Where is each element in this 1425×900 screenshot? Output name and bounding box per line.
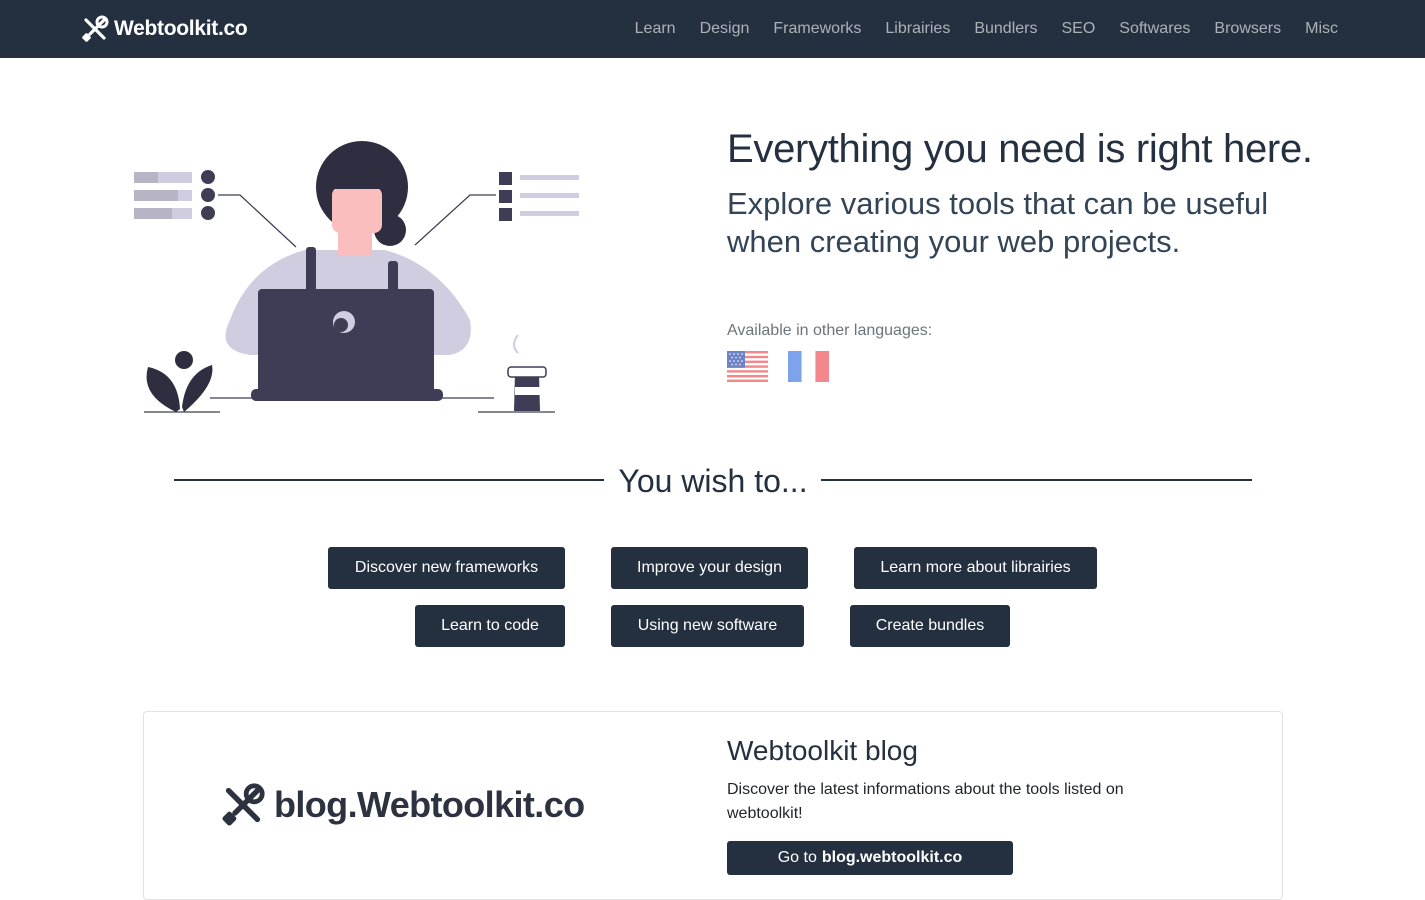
go-to-blog-link: blog.webtoolkit.co <box>821 849 963 866</box>
hero-text: Everything you need is right here. Explo… <box>727 125 1327 261</box>
improve-design-button[interactable]: Improve your design <box>611 547 808 589</box>
wish-title: You wish to... <box>618 463 808 499</box>
right-list-graphic <box>414 172 579 246</box>
discover-frameworks-button[interactable]: Discover new frameworks <box>328 547 565 589</box>
learn-to-code-button[interactable]: Learn to code <box>415 605 565 647</box>
nav-link-frameworks[interactable]: Frameworks <box>773 20 861 38</box>
languages-label: Available in other languages: <box>727 322 933 339</box>
nav-link-seo[interactable]: SEO <box>1061 20 1095 38</box>
hero-title: Everything you need is right here. <box>727 127 1313 171</box>
blog-logo[interactable]: blog.Webtoolkit.co <box>218 780 585 830</box>
nav-link-softwares[interactable]: Softwares <box>1119 20 1190 38</box>
blog-title: Webtoolkit blog <box>727 735 918 766</box>
left-list-graphic <box>134 170 297 248</box>
using-new-software-button[interactable]: Using new software <box>611 605 804 647</box>
blog-logo-text: blog.Webtoolkit.co <box>274 784 585 825</box>
us-flag-icon[interactable] <box>727 351 768 382</box>
nav-link-design[interactable]: Design <box>700 20 750 38</box>
divider-line-right <box>821 479 1252 481</box>
laptop-graphic <box>251 289 443 401</box>
nav-link-learn[interactable]: Learn <box>635 20 676 38</box>
tools-logo-icon <box>82 15 109 42</box>
blog-description: Discover the latest informations about t… <box>727 781 1124 822</box>
go-to-blog-prefix: Go to <box>777 849 817 866</box>
learn-librairies-button[interactable]: Learn more about librairies <box>854 547 1097 589</box>
brand-name: Webtoolkit.co <box>114 17 248 40</box>
wish-section-heading: You wish to... <box>174 460 1252 502</box>
fr-flag-icon[interactable] <box>788 351 829 382</box>
nav-link-librairies[interactable]: Librairies <box>885 20 950 38</box>
nav-link-bundlers[interactable]: Bundlers <box>974 20 1037 38</box>
brand-logo[interactable]: Webtoolkit.co <box>80 14 248 44</box>
tools-logo-icon <box>222 783 265 826</box>
go-to-blog-button[interactable]: Go to blog.webtoolkit.co <box>727 841 1013 875</box>
nav-links: Learn Design Frameworks Librairies Bundl… <box>635 0 1338 58</box>
language-flags <box>727 351 829 382</box>
plant-graphic <box>146 351 213 412</box>
create-bundles-button[interactable]: Create bundles <box>850 605 1010 647</box>
hero-subtitle: Explore various tools that can be useful… <box>727 186 1269 259</box>
navbar: Webtoolkit.co Learn Design Frameworks Li… <box>0 0 1425 58</box>
hero-illustration <box>134 141 579 413</box>
cup-graphic <box>507 334 547 411</box>
nav-link-browsers[interactable]: Browsers <box>1214 20 1281 38</box>
nav-link-misc[interactable]: Misc <box>1305 20 1338 38</box>
